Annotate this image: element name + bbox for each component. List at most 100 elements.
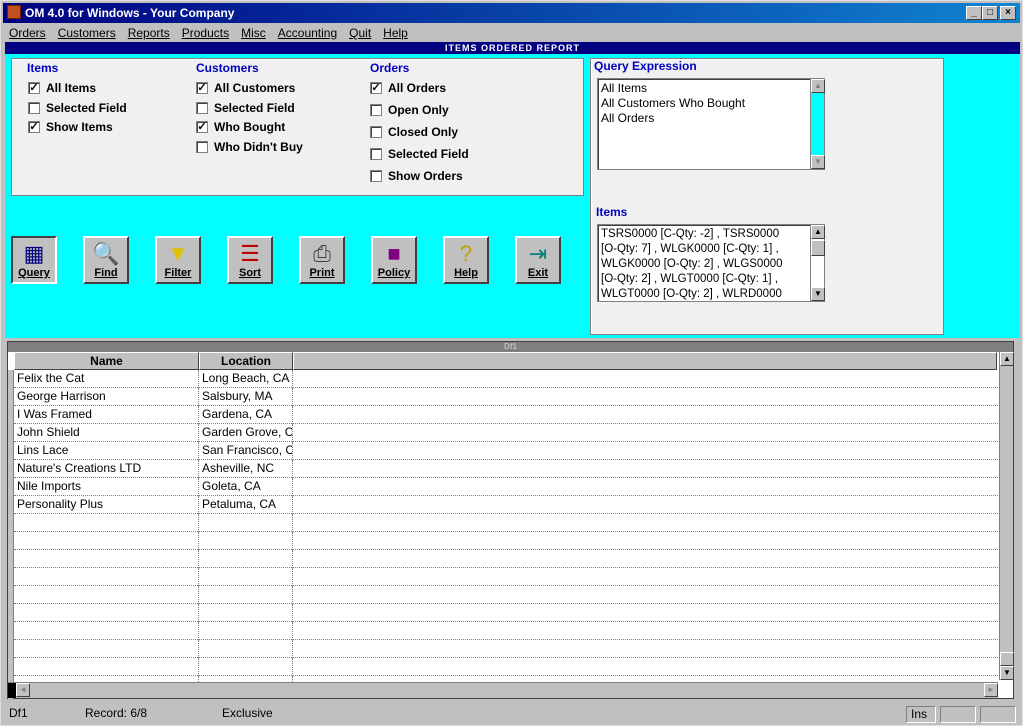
scroll-up-icon[interactable]: ▲ — [811, 225, 825, 239]
exit-button[interactable]: ⇥ Exit — [515, 236, 561, 284]
table-row[interactable]: I Was Framed Gardena, CA — [14, 406, 998, 424]
cell-name[interactable] — [14, 568, 199, 586]
scroll-up-icon[interactable]: ▲ — [811, 79, 825, 93]
table-row[interactable]: Lins Lace San Francisco, C — [14, 442, 998, 460]
checkbox[interactable]: ✓ — [28, 82, 40, 94]
table-row[interactable]: George Harrison Salsbury, MA — [14, 388, 998, 406]
cell-location[interactable] — [199, 622, 293, 640]
find-button[interactable]: 🔍 Find — [83, 236, 129, 284]
print-button[interactable]: ⎙ Print — [299, 236, 345, 284]
maximize-button[interactable]: □ — [982, 6, 998, 20]
minimize-button[interactable]: _ — [966, 6, 982, 20]
table-row[interactable]: Nile Imports Goleta, CA — [14, 478, 998, 496]
orders-option-4[interactable]: Show Orders — [370, 169, 463, 183]
cell-name[interactable]: Nature's Creations LTD — [14, 460, 199, 478]
checkbox[interactable] — [370, 104, 382, 116]
menu-help[interactable]: Help — [383, 26, 408, 40]
cell-name[interactable] — [14, 532, 199, 550]
orders-option-1[interactable]: Open Only — [370, 103, 449, 117]
menu-orders[interactable]: Orders — [9, 26, 46, 40]
checkbox[interactable]: ✓ — [196, 121, 208, 133]
table-row[interactable] — [14, 532, 998, 550]
customers-option-1[interactable]: Selected Field — [196, 101, 295, 115]
checkbox[interactable] — [370, 148, 382, 160]
cell-name[interactable]: John Shield — [14, 424, 199, 442]
menu-products[interactable]: Products — [182, 26, 229, 40]
filter-button[interactable]: ▼ Filter — [155, 236, 201, 284]
column-header-name[interactable]: Name — [14, 352, 199, 370]
query-expression-box[interactable]: All Items All Customers Who Bought All Ord… — [597, 78, 825, 170]
query-button[interactable]: ▦ Query — [11, 236, 57, 284]
table-row[interactable] — [14, 586, 998, 604]
column-header-location[interactable]: Location — [199, 352, 293, 370]
cell-location[interactable] — [199, 514, 293, 532]
table-row[interactable]: Felix the Cat Long Beach, CA — [14, 370, 998, 388]
cell-location[interactable] — [199, 568, 293, 586]
checkbox[interactable]: ✓ — [370, 82, 382, 94]
cell-location[interactable]: Gardena, CA — [199, 406, 293, 424]
menu-misc[interactable]: Misc — [241, 26, 266, 40]
cell-name[interactable]: I Was Framed — [14, 406, 199, 424]
customers-option-0[interactable]: ✓ All Customers — [196, 81, 295, 95]
cell-name[interactable] — [14, 622, 199, 640]
cell-location[interactable]: San Francisco, C — [199, 442, 293, 460]
scroll-up-icon[interactable]: ▲ — [1000, 352, 1014, 366]
query-scrollbar[interactable]: ▲ ▼ — [810, 79, 825, 169]
cell-location[interactable] — [199, 586, 293, 604]
grid-vertical-scrollbar[interactable]: ▲ ▼ — [999, 352, 1014, 680]
cell-name[interactable]: Lins Lace — [14, 442, 199, 460]
table-row[interactable] — [14, 604, 998, 622]
items-option-2[interactable]: ✓ Show Items — [28, 120, 113, 134]
table-row[interactable] — [14, 622, 998, 640]
table-row[interactable]: Personality Plus Petaluma, CA — [14, 496, 998, 514]
cell-location[interactable]: Garden Grove, C — [199, 424, 293, 442]
table-row[interactable] — [14, 568, 998, 586]
checkbox[interactable] — [196, 101, 208, 114]
table-row[interactable] — [14, 514, 998, 532]
orders-option-3[interactable]: Selected Field — [370, 147, 469, 161]
scroll-down-icon[interactable]: ▼ — [811, 287, 825, 301]
cell-location[interactable]: Asheville, NC — [199, 460, 293, 478]
checkbox[interactable] — [370, 126, 382, 138]
close-button[interactable]: × — [1000, 6, 1016, 20]
orders-option-0[interactable]: ✓ All Orders — [370, 81, 446, 95]
policy-button[interactable]: ■ Policy — [371, 236, 417, 284]
grid-horizontal-scrollbar[interactable]: ◄ ► — [8, 682, 998, 698]
items-option-0[interactable]: ✓ All Items — [28, 81, 96, 95]
cell-location[interactable]: Petaluma, CA — [199, 496, 293, 514]
cell-name[interactable] — [14, 550, 199, 568]
checkbox[interactable] — [28, 101, 40, 114]
items-option-1[interactable]: Selected Field — [28, 101, 127, 115]
scroll-thumb[interactable] — [1000, 652, 1014, 666]
menu-accounting[interactable]: Accounting — [278, 26, 337, 40]
table-row[interactable] — [14, 550, 998, 568]
checkbox[interactable] — [196, 140, 208, 153]
cell-name[interactable] — [14, 640, 199, 658]
table-row[interactable]: John Shield Garden Grove, C — [14, 424, 998, 442]
table-row[interactable] — [14, 658, 998, 676]
items-scrollbar[interactable]: ▲ ▼ — [810, 225, 825, 301]
customers-option-3[interactable]: Who Didn't Buy — [196, 140, 303, 154]
table-row[interactable]: Nature's Creations LTD Asheville, NC — [14, 460, 998, 478]
cell-name[interactable]: Nile Imports — [14, 478, 199, 496]
menu-quit[interactable]: Quit — [349, 26, 371, 40]
cell-name[interactable] — [14, 658, 199, 676]
help-button[interactable]: ? Help — [443, 236, 489, 284]
cell-name[interactable] — [14, 586, 199, 604]
sort-button[interactable]: ☰ Sort — [227, 236, 273, 284]
cell-location[interactable]: Long Beach, CA — [199, 370, 293, 388]
menu-reports[interactable]: Reports — [128, 26, 170, 40]
items-list-box[interactable]: TSRS0000 [C-Qty: -2] , TSRS0000 [O-Qty: 7… — [597, 224, 825, 302]
checkbox[interactable]: ✓ — [28, 121, 40, 133]
cell-location[interactable] — [199, 658, 293, 676]
orders-option-2[interactable]: Closed Only — [370, 125, 458, 139]
scroll-down-icon[interactable]: ▼ — [811, 155, 825, 169]
cell-location[interactable] — [199, 532, 293, 550]
cell-location[interactable]: Goleta, CA — [199, 478, 293, 496]
scroll-right-icon[interactable]: ► — [984, 683, 998, 697]
cell-name[interactable]: George Harrison — [14, 388, 199, 406]
cell-location[interactable] — [199, 604, 293, 622]
cell-name[interactable]: Personality Plus — [14, 496, 199, 514]
checkbox[interactable]: ✓ — [196, 82, 208, 94]
cell-name[interactable] — [14, 604, 199, 622]
